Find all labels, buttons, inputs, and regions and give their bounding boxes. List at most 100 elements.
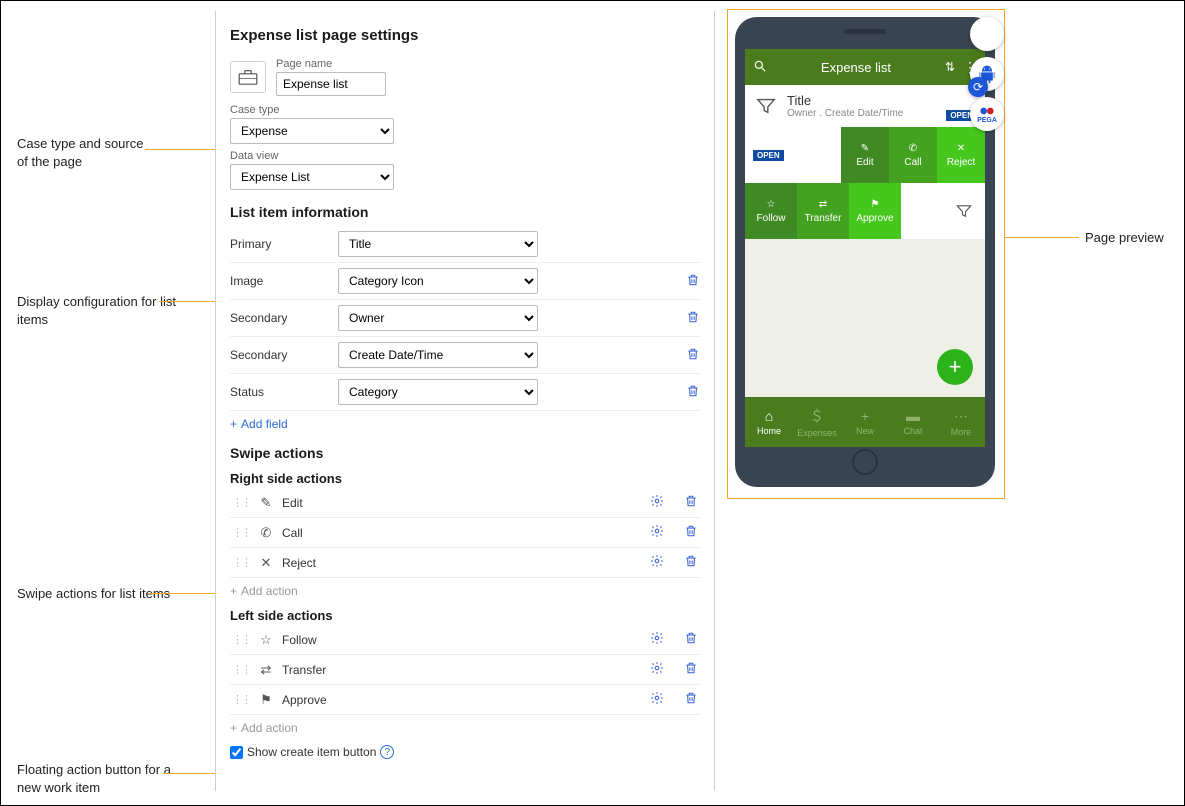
swipe-action-row: ⋮⋮ ⚑ Approve — [230, 685, 700, 715]
trash-icon — [686, 310, 700, 324]
more-icon: ⋯ — [954, 408, 968, 425]
list-info-row: Primary Title — [230, 226, 700, 263]
gear-icon — [650, 691, 664, 705]
callout-preview: Page preview — [1085, 229, 1164, 247]
delete-action-button[interactable] — [684, 494, 698, 511]
list-row-select[interactable]: Create Date/Time — [338, 342, 538, 368]
pega-label: PEGA — [977, 117, 997, 124]
preview-swipe-right: OPEN ✎ Edit ✆Call ✕Reject — [745, 127, 985, 183]
nav-new[interactable]: +New — [841, 397, 889, 447]
preview-call-button[interactable]: ✆Call — [889, 127, 937, 183]
add-left-action-button[interactable]: +Add action — [230, 721, 298, 735]
swipe-action-row: ⋮⋮ ✆ Call — [230, 518, 700, 548]
nav-home[interactable]: ⌂Home — [745, 397, 793, 447]
btn-label: Reject — [947, 157, 975, 168]
delete-row-button[interactable] — [686, 310, 700, 327]
delete-row-button[interactable] — [686, 384, 700, 401]
delete-action-button[interactable] — [684, 554, 698, 571]
nav-label: Expenses — [797, 428, 837, 438]
list-info-row: Secondary Owner — [230, 300, 700, 337]
status-badge: OPEN — [753, 150, 784, 161]
preview-card-title: Title — [787, 93, 903, 108]
nav-label: Home — [757, 426, 781, 436]
configure-action-button[interactable] — [650, 631, 664, 648]
trash-icon — [684, 524, 698, 538]
data-view-select[interactable]: Expense List — [230, 164, 394, 190]
callout-display: Display configuration for list items — [17, 293, 177, 328]
drag-handle-icon[interactable]: ⋮⋮ — [232, 556, 250, 569]
list-row-select[interactable]: Owner — [338, 305, 538, 331]
preview-approve-button[interactable]: ⚑ Approve — [849, 183, 901, 239]
preview-fab-button[interactable]: + — [937, 349, 973, 385]
chat-icon: ▬ — [906, 408, 920, 424]
preview-empty-area: + — [745, 239, 985, 397]
settings-panel: Expense list page settings Page name Cas… — [215, 11, 715, 791]
pencil-icon: ✎ — [861, 143, 869, 154]
page-icon-button[interactable] — [230, 61, 266, 93]
case-type-select[interactable]: Expense — [230, 118, 394, 144]
delete-action-button[interactable] — [684, 631, 698, 648]
drag-handle-icon[interactable]: ⋮⋮ — [232, 633, 250, 646]
nav-expenses[interactable]: ＄Expenses — [793, 397, 841, 447]
list-info-rows: Primary Title Image Category Icon Second… — [230, 226, 700, 411]
list-info-row: Status Category — [230, 374, 700, 411]
search-icon[interactable] — [753, 59, 767, 76]
data-view-label: Data view — [230, 150, 700, 162]
transfer-icon: ⇄ — [258, 662, 274, 678]
drag-handle-icon[interactable]: ⋮⋮ — [232, 526, 250, 539]
btn-label: Approve — [856, 213, 893, 224]
add-right-action-button[interactable]: +Add action — [230, 584, 298, 598]
pencil-icon: ✎ — [258, 495, 274, 511]
help-icon[interactable]: ? — [380, 745, 394, 759]
btn-label: Edit — [856, 157, 873, 168]
flag-icon: ⚑ — [871, 199, 880, 210]
apple-preview-button[interactable] — [970, 17, 1004, 51]
refresh-icon: ⟳ — [973, 80, 983, 94]
pega-preview-button[interactable]: PEGA — [970, 97, 1004, 131]
trash-icon — [686, 347, 700, 361]
configure-action-button[interactable] — [650, 661, 664, 678]
configure-action-button[interactable] — [650, 554, 664, 571]
swipe-action-row: ⋮⋮ ✎ Edit — [230, 488, 700, 518]
list-row-select[interactable]: Title — [338, 231, 538, 257]
swipe-action-label: Transfer — [282, 663, 326, 677]
page-name-input[interactable] — [276, 72, 386, 96]
plus-icon: + — [230, 417, 237, 431]
show-create-label: Show create item button — [247, 745, 376, 759]
delete-action-button[interactable] — [684, 524, 698, 541]
swipe-action-label: Edit — [282, 496, 303, 510]
nav-more[interactable]: ⋯More — [937, 397, 985, 447]
sync-icon[interactable]: ⇅ — [945, 60, 955, 74]
nav-chat[interactable]: ▬Chat — [889, 397, 937, 447]
delete-action-button[interactable] — [684, 661, 698, 678]
callout-swipe: Swipe actions for list items — [17, 585, 177, 603]
drag-handle-icon[interactable]: ⋮⋮ — [232, 663, 250, 676]
preview-edit-button[interactable]: ✎ Edit — [841, 127, 889, 183]
configure-action-button[interactable] — [650, 524, 664, 541]
drag-handle-icon[interactable]: ⋮⋮ — [232, 496, 250, 509]
gear-icon — [650, 631, 664, 645]
preview-outreject-button[interactable]: ✕Reject — [937, 127, 985, 183]
swipe-action-row: ⋮⋮ ✕ Reject — [230, 548, 700, 578]
add-field-button[interactable]: + Add field — [230, 417, 288, 431]
trash-icon — [684, 661, 698, 675]
configure-action-button[interactable] — [650, 494, 664, 511]
list-row-select[interactable]: Category — [338, 379, 538, 405]
delete-row-button[interactable] — [686, 273, 700, 290]
preview-swipe-left: ☆Follow ⇄Transfer ⚑ Approve — [745, 183, 985, 239]
delete-row-button[interactable] — [686, 347, 700, 364]
btn-label: Transfer — [805, 213, 842, 224]
delete-action-button[interactable] — [684, 691, 698, 708]
drag-handle-icon[interactable]: ⋮⋮ — [232, 693, 250, 706]
list-row-select[interactable]: Category Icon — [338, 268, 538, 294]
swipe-action-row: ⋮⋮ ⇄ Transfer — [230, 655, 700, 685]
add-action-label: Add action — [241, 721, 298, 735]
list-row-label: Status — [230, 385, 338, 399]
case-type-label: Case type — [230, 104, 700, 116]
configure-action-button[interactable] — [650, 691, 664, 708]
show-create-checkbox[interactable] — [230, 746, 243, 759]
preview-follow-button[interactable]: ☆Follow — [745, 183, 797, 239]
preview-transfer-button[interactable]: ⇄Transfer — [797, 183, 849, 239]
preview-list-card[interactable]: Title Owner . Create Date/Time OPEN — [745, 85, 985, 127]
refresh-preview-button[interactable]: ⟳ — [968, 77, 988, 97]
